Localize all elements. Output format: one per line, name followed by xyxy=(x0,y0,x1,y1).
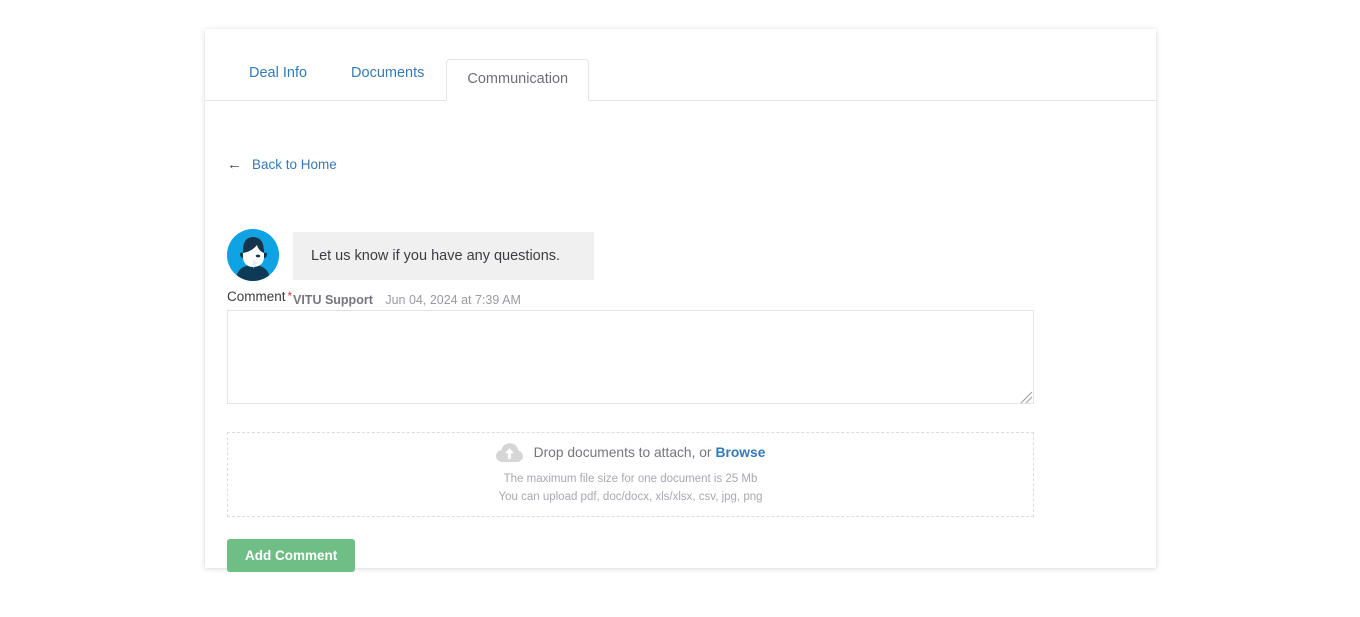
tab-deal-info[interactable]: Deal Info xyxy=(227,54,329,94)
cloud-upload-icon xyxy=(495,443,523,462)
file-dropzone[interactable]: Drop documents to attach, or Browse The … xyxy=(227,432,1034,517)
comment-input[interactable] xyxy=(227,310,1034,404)
avatar xyxy=(227,229,279,281)
browse-link[interactable]: Browse xyxy=(716,444,766,462)
message-bubble: Let us know if you have any questions. xyxy=(293,232,594,280)
message-timestamp: Jun 04, 2024 at 7:39 AM xyxy=(385,293,521,307)
tab-list: Deal Info Documents Communication xyxy=(227,30,590,101)
add-comment-button[interactable]: Add Comment xyxy=(227,539,356,572)
tab-communication[interactable]: Communication xyxy=(446,59,590,101)
tab-documents[interactable]: Documents xyxy=(329,54,446,94)
message-meta: VITU Support Jun 04, 2024 at 7:39 AM xyxy=(293,293,594,308)
dropzone-formats-note: You can upload pdf, doc/docx, xls/xlsx, … xyxy=(498,491,763,503)
back-to-home-link[interactable]: ← Back to Home xyxy=(227,157,337,173)
back-to-home-label: Back to Home xyxy=(252,157,337,172)
comment-label: Comment * xyxy=(227,289,292,304)
page-root: Deal Info Documents Communication ← Back… xyxy=(0,0,1360,617)
message-text: Let us know if you have any questions. xyxy=(311,248,561,264)
dropzone-prompt-text: Drop documents to attach, or xyxy=(533,445,712,460)
tab-bar: Deal Info Documents Communication xyxy=(205,29,1156,101)
dropzone-prompt-row: Drop documents to attach, or Browse xyxy=(495,443,766,463)
message-item: Let us know if you have any questions. xyxy=(227,229,594,281)
dropzone-max-size-note: The maximum file size for one document i… xyxy=(503,473,758,485)
required-asterisk: * xyxy=(287,289,293,303)
communication-card: Deal Info Documents Communication ← Back… xyxy=(205,29,1156,572)
person-avatar-icon xyxy=(227,229,279,281)
arrow-left-icon: ← xyxy=(227,156,242,173)
message-author: VITU Support xyxy=(293,293,373,307)
tab-communication-label: Communication xyxy=(467,71,569,87)
tab-deal-info-label: Deal Info xyxy=(249,65,308,81)
tab-documents-label: Documents xyxy=(351,65,425,81)
comment-label-text: Comment xyxy=(227,289,286,304)
